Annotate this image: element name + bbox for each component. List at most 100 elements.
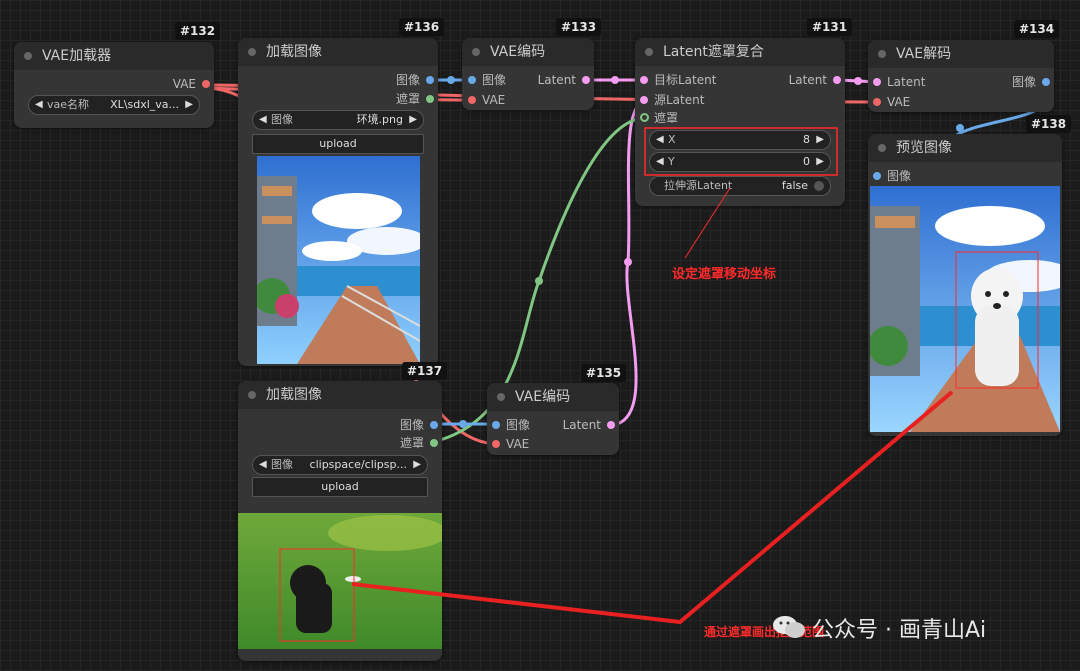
node-title-text: VAE加载器: [42, 48, 112, 64]
image-preview-seaside: [257, 156, 420, 364]
arrow-left-icon[interactable]: ◀: [35, 96, 43, 114]
widget-label: vae名称: [47, 98, 90, 111]
latent-socket-icon[interactable]: [833, 76, 841, 84]
image-socket-icon[interactable]: [492, 421, 500, 429]
latent-socket-icon[interactable]: [640, 96, 648, 104]
load-image-node-1[interactable]: 加载图像 图像 遮罩 ◀ 图像 环境.png ▶ upload: [238, 38, 438, 366]
collapse-dot-icon[interactable]: [645, 48, 653, 56]
latent-socket-icon[interactable]: [873, 78, 881, 86]
preview-image-node[interactable]: 预览图像 图像: [868, 134, 1062, 436]
input-image[interactable]: 图像: [873, 168, 911, 184]
latent-socket-icon[interactable]: [582, 76, 590, 84]
node-id-badge: #135: [581, 364, 627, 382]
image-combo[interactable]: ◀ 图像 clipspace/clipsp... ▶: [252, 455, 428, 475]
image-socket-icon[interactable]: [426, 76, 434, 84]
vae-socket-icon[interactable]: [202, 80, 210, 88]
node-title[interactable]: Latent遮罩复合: [635, 38, 845, 66]
input-mask[interactable]: 遮罩: [640, 110, 678, 126]
output-mask[interactable]: 遮罩: [400, 435, 438, 451]
arrow-right-icon[interactable]: ▶: [409, 111, 417, 129]
image-socket-icon[interactable]: [1042, 78, 1050, 86]
image-socket-icon[interactable]: [468, 76, 476, 84]
upload-button[interactable]: upload: [252, 134, 424, 154]
upload-button[interactable]: upload: [252, 477, 428, 497]
toggle-knob-icon[interactable]: [814, 181, 824, 191]
output-latent[interactable]: Latent: [563, 417, 615, 433]
node-title[interactable]: 加载图像: [238, 38, 438, 66]
output-image[interactable]: 图像: [396, 72, 434, 88]
image-combo[interactable]: ◀ 图像 环境.png ▶: [252, 110, 424, 130]
output-image[interactable]: 图像: [1012, 74, 1050, 90]
mask-socket-icon[interactable]: [426, 95, 434, 103]
arrow-left-icon[interactable]: ◀: [656, 131, 664, 149]
vae-encode-node-1[interactable]: VAE编码 图像 VAE Latent: [462, 38, 594, 110]
input-image[interactable]: 图像: [468, 72, 506, 88]
vae-decode-node[interactable]: VAE解码 Latent VAE 图像: [868, 40, 1054, 112]
widget-value: 0: [803, 155, 810, 168]
vae-loader-node[interactable]: VAE加载器 VAE ◀ vae名称 XL\sdxl_va... ▶: [14, 42, 214, 128]
output-latent[interactable]: Latent: [789, 72, 841, 88]
node-id-badge: #138: [1026, 115, 1072, 133]
y-number-widget[interactable]: ◀ Y 0 ▶: [649, 152, 831, 172]
collapse-dot-icon[interactable]: [248, 48, 256, 56]
mask-socket-icon[interactable]: [430, 439, 438, 447]
input-target-latent[interactable]: 目标Latent: [640, 72, 716, 88]
vae-socket-icon[interactable]: [468, 96, 476, 104]
collapse-dot-icon[interactable]: [248, 391, 256, 399]
arrow-right-icon[interactable]: ▶: [185, 96, 193, 114]
collapse-dot-icon[interactable]: [878, 50, 886, 58]
wechat-logo-icon: [773, 616, 805, 638]
vae-name-combo[interactable]: ◀ vae名称 XL\sdxl_va... ▶: [28, 95, 200, 115]
arrow-left-icon[interactable]: ◀: [656, 153, 664, 171]
input-source-latent[interactable]: 源Latent: [640, 92, 704, 108]
arrow-right-icon[interactable]: ▶: [413, 456, 421, 474]
node-id-badge: #134: [1014, 20, 1060, 38]
input-vae[interactable]: VAE: [492, 436, 529, 452]
image-socket-icon[interactable]: [430, 421, 438, 429]
node-title[interactable]: 预览图像: [868, 134, 1062, 162]
node-title[interactable]: VAE加载器: [14, 42, 214, 70]
mask-socket-icon[interactable]: [640, 113, 649, 122]
collapse-dot-icon[interactable]: [878, 144, 886, 152]
slot-label: 目标Latent: [654, 73, 717, 87]
widget-label: Y: [668, 155, 675, 168]
output-vae[interactable]: VAE: [173, 76, 210, 92]
latent-socket-icon[interactable]: [607, 421, 615, 429]
collapse-dot-icon[interactable]: [472, 48, 480, 56]
resize-source-toggle[interactable]: 拉伸源Latent false: [649, 176, 831, 196]
widget-label: 图像: [271, 458, 293, 471]
vae-encode-node-2[interactable]: VAE编码 图像 VAE Latent: [487, 383, 619, 455]
widget-label: 拉伸源Latent: [664, 179, 733, 192]
arrow-left-icon[interactable]: ◀: [259, 111, 267, 129]
image-socket-icon[interactable]: [873, 172, 881, 180]
vae-socket-icon[interactable]: [873, 98, 881, 106]
latent-socket-icon[interactable]: [640, 76, 648, 84]
node-title-text: VAE解码: [896, 46, 952, 62]
widget-value: clipspace/clipsp...: [309, 458, 407, 471]
load-image-node-2[interactable]: 加载图像 图像 遮罩 ◀ 图像 clipspace/clipsp... ▶ up…: [238, 381, 442, 661]
node-title[interactable]: 加载图像: [238, 381, 442, 409]
vae-socket-icon[interactable]: [492, 440, 500, 448]
node-title-text: 加载图像: [266, 44, 322, 60]
collapse-dot-icon[interactable]: [497, 393, 505, 401]
arrow-right-icon[interactable]: ▶: [816, 131, 824, 149]
output-mask[interactable]: 遮罩: [396, 91, 434, 107]
image-preview-dog-mask: [238, 513, 442, 649]
input-vae[interactable]: VAE: [468, 92, 505, 108]
x-number-widget[interactable]: ◀ X 8 ▶: [649, 130, 831, 150]
latent-composite-masked-node[interactable]: Latent遮罩复合 目标Latent 源Latent 遮罩 Latent ◀ …: [635, 38, 845, 206]
arrow-left-icon[interactable]: ◀: [259, 456, 267, 474]
input-latent[interactable]: Latent: [873, 74, 925, 90]
node-id-badge: #137: [402, 362, 448, 380]
collapse-dot-icon[interactable]: [24, 52, 32, 60]
coord-annotation-text: 设定遮罩移动坐标: [672, 267, 777, 282]
input-vae[interactable]: VAE: [873, 94, 910, 110]
input-image[interactable]: 图像: [492, 417, 530, 433]
output-latent[interactable]: Latent: [538, 72, 590, 88]
output-image[interactable]: 图像: [400, 417, 438, 433]
arrow-right-icon[interactable]: ▶: [816, 153, 824, 171]
node-title[interactable]: VAE编码: [487, 383, 619, 411]
mask-pointer-line: [351, 390, 954, 625]
node-title[interactable]: VAE解码: [868, 40, 1054, 68]
node-title[interactable]: VAE编码: [462, 38, 594, 66]
